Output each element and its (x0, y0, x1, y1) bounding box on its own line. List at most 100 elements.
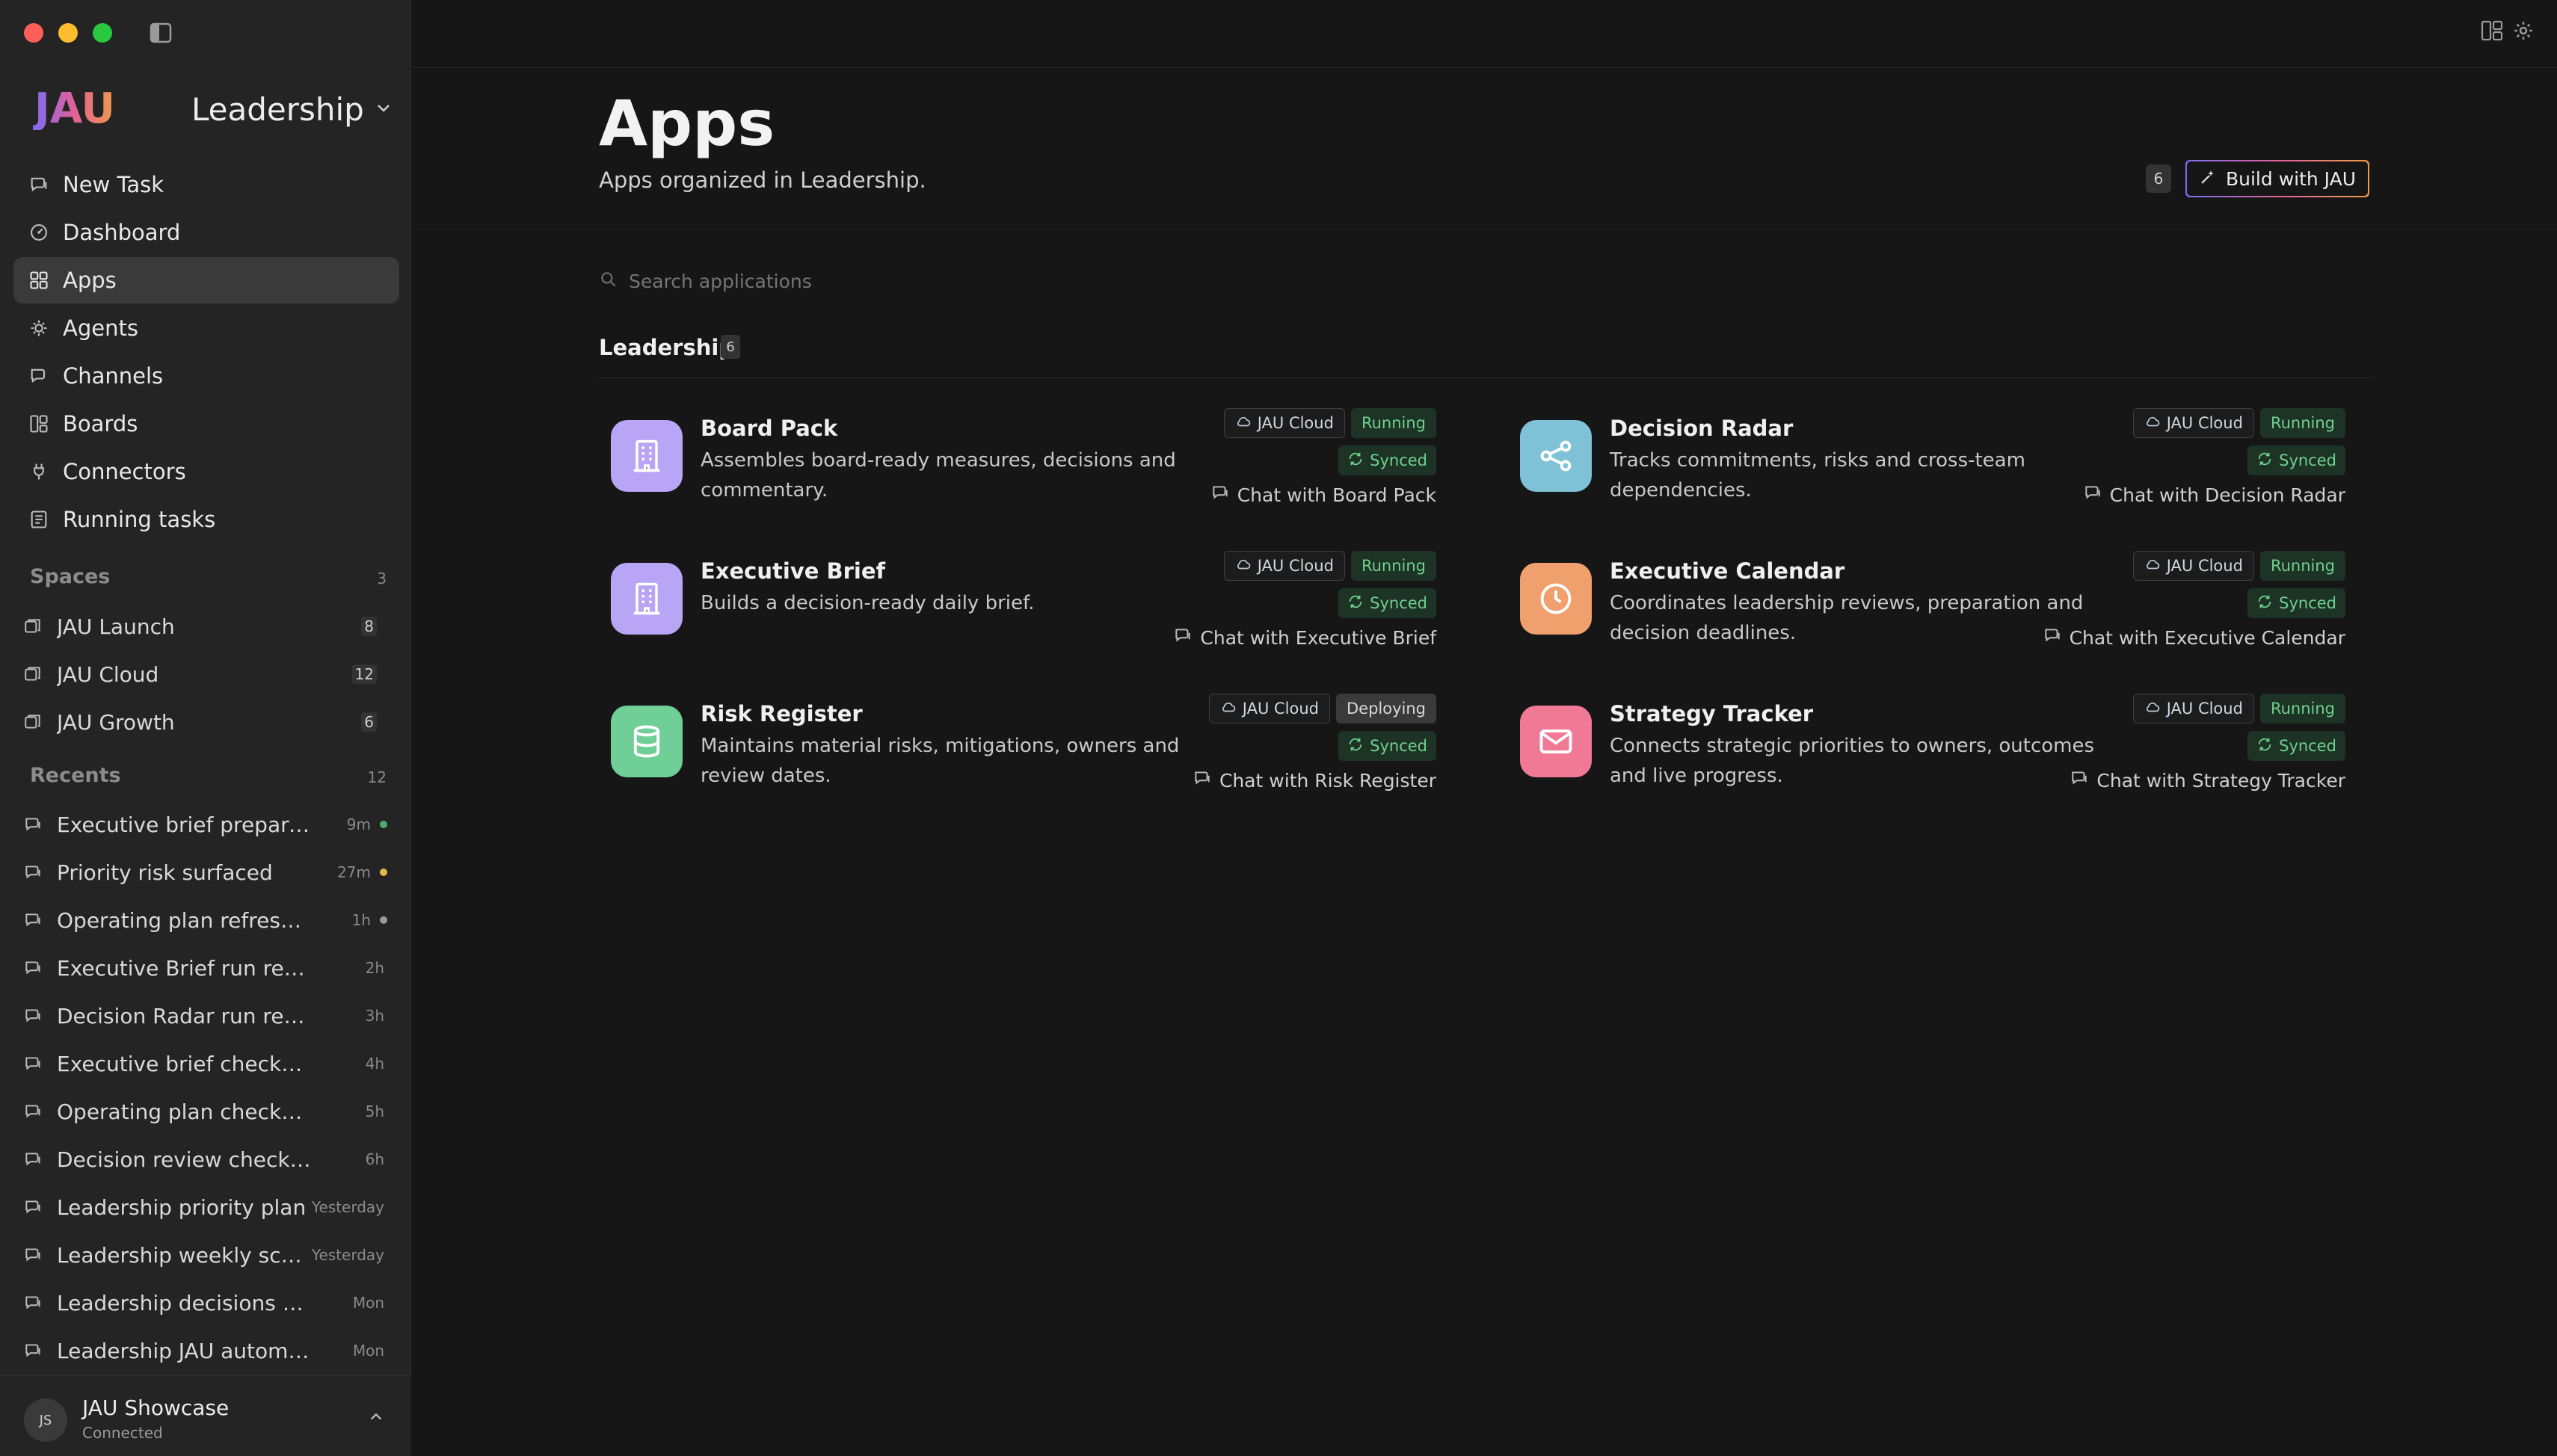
recent-label: Decision review checkpoint (57, 1147, 311, 1172)
status-badge: Deploying (1335, 694, 1436, 724)
search-bar[interactable] (599, 266, 1272, 296)
search-input[interactable] (629, 270, 1227, 292)
recent-label: Leadership JAU automation... (57, 1338, 311, 1363)
host-label: JAU Cloud (2166, 414, 2243, 432)
user-profile[interactable]: JS JAU Showcase Connected (0, 1375, 411, 1456)
recent-time: 6h (365, 1150, 384, 1168)
layout-icon[interactable] (2481, 19, 2503, 45)
workspace-switcher[interactable]: Leadership (191, 88, 393, 130)
recent-item[interactable]: Leadership decisions and ... Mon (13, 1280, 399, 1325)
space-item-jau-cloud[interactable]: JAU Cloud 12 (13, 652, 399, 697)
app-name[interactable]: Board Pack (701, 416, 837, 441)
status-badge: Running (1350, 551, 1436, 581)
chat-icon (22, 1244, 43, 1265)
space-label: JAU Cloud (57, 661, 159, 687)
sidebar-item-label: Running tasks (63, 507, 216, 532)
sidebar-item-new-task[interactable]: New Task (13, 161, 399, 208)
chat-with-app-link[interactable]: Chat with Executive Brief (1173, 626, 1436, 650)
chat-icon (22, 814, 43, 835)
build-with-jau-button[interactable]: Build with JAU (2185, 160, 2369, 197)
sidebar-item-apps[interactable]: Apps (13, 257, 399, 303)
recent-item[interactable]: Leadership weekly sco... Yesterday (13, 1233, 399, 1277)
app-card-executive-brief[interactable]: Executive Brief Builds a decision-ready … (599, 551, 1451, 663)
chat-icon (22, 1292, 43, 1313)
minimize-window-button[interactable] (58, 23, 78, 43)
recent-item[interactable]: Decision Radar run review 3h (13, 993, 399, 1038)
sync-badge: Synced (2247, 445, 2345, 475)
recent-label: Operating plan checkpoint (57, 1099, 311, 1124)
app-name[interactable]: Executive Brief (701, 558, 885, 584)
sidebar-item-dashboard[interactable]: Dashboard (13, 209, 399, 256)
chat-icon (22, 862, 43, 883)
recent-item[interactable]: Executive brief prepared 9m (13, 802, 399, 847)
recent-item[interactable]: Priority risk surfaced 27m (13, 850, 399, 895)
chat-with-app-link[interactable]: Chat with Board Pack (1210, 483, 1436, 507)
database-icon (611, 706, 683, 777)
app-card-executive-calendar[interactable]: Executive Calendar Coordinates leadershi… (1508, 551, 2360, 663)
chat-with-app-link[interactable]: Chat with Strategy Tracker (2070, 768, 2345, 792)
close-window-button[interactable] (24, 23, 43, 43)
app-name[interactable]: Strategy Tracker (1610, 701, 1813, 727)
sidebar-item-agents[interactable]: Agents (13, 305, 399, 351)
space-item-jau-growth[interactable]: JAU Growth 6 (13, 700, 399, 744)
app-name[interactable]: Decision Radar (1610, 416, 1793, 441)
sidebar-item-boards[interactable]: Boards (13, 401, 399, 447)
chat-icon (1193, 768, 1212, 792)
mail-icon (1520, 706, 1592, 777)
sync-icon (2256, 593, 2273, 614)
chat-icon (2043, 626, 2062, 650)
recent-label: Decision Radar run review (57, 1003, 311, 1028)
chat-with-app-link[interactable]: Chat with Decision Radar (2083, 483, 2345, 507)
recent-item[interactable]: Operating plan checkpoint 5h (13, 1089, 399, 1134)
top-divider (412, 67, 2557, 68)
sidebar-item-running-tasks[interactable]: Running tasks (13, 496, 399, 543)
chat-icon (22, 1005, 43, 1026)
sync-label: Synced (2279, 594, 2336, 612)
zoom-window-button[interactable] (93, 23, 112, 43)
cloud-icon (2144, 556, 2161, 576)
recent-label: Leadership weekly sco... (57, 1242, 311, 1268)
recent-item[interactable]: Leadership JAU automation... Mon (13, 1328, 399, 1373)
recents-count: 12 (367, 768, 387, 786)
app-card-risk-register[interactable]: Risk Register Maintains material risks, … (599, 694, 1451, 806)
cloud-icon (1220, 699, 1237, 719)
sync-icon (1347, 451, 1364, 471)
recent-time: 9m (346, 815, 371, 833)
space-label: JAU Growth (57, 709, 175, 735)
space-item-jau-launch[interactable]: JAU Launch 8 (13, 604, 399, 649)
plug-icon (28, 461, 49, 482)
app-name[interactable]: Executive Calendar (1610, 558, 1844, 584)
sync-label: Synced (1370, 737, 1427, 755)
gear-icon[interactable] (2512, 19, 2535, 45)
share-icon (1520, 420, 1592, 492)
app-card-decision-radar[interactable]: Decision Radar Tracks commitments, risks… (1508, 408, 2360, 520)
cloud-icon (1235, 556, 1252, 576)
sidebar-item-connectors[interactable]: Connectors (13, 448, 399, 495)
recent-label: Priority risk surfaced (57, 860, 273, 885)
app-description: Assembles board-ready measures, decision… (701, 449, 1176, 502)
recent-item[interactable]: Leadership priority plan Yesterday (13, 1185, 399, 1230)
sidebar-item-channels[interactable]: Channels (13, 353, 399, 399)
chevron-up-icon[interactable] (368, 1409, 384, 1428)
agent-icon (28, 318, 49, 339)
recent-label: Leadership priority plan (57, 1194, 307, 1220)
app-card-board-pack[interactable]: Board Pack Assembles board-ready measure… (599, 408, 1451, 520)
recent-item[interactable]: Executive brief checkpoint 4h (13, 1041, 399, 1086)
app-card-strategy-tracker[interactable]: Strategy Tracker Connects strategic prio… (1508, 694, 2360, 806)
sidebar-item-label: Agents (63, 315, 138, 341)
chat-icon (22, 1149, 43, 1170)
chat-with-app-link[interactable]: Chat with Risk Register (1193, 768, 1436, 792)
host-label: JAU Cloud (2166, 557, 2243, 575)
chat-icon (2070, 768, 2089, 792)
chat-with-app-link[interactable]: Chat with Executive Calendar (2043, 626, 2345, 650)
recent-item[interactable]: Operating plan refreshed 1h (13, 898, 399, 943)
status-badge: Running (2259, 408, 2345, 438)
sidebar-toggle-icon[interactable] (150, 22, 172, 43)
recent-item[interactable]: Executive Brief run review 2h (13, 946, 399, 990)
app-name[interactable]: Risk Register (701, 701, 863, 727)
recent-item[interactable]: Decision review checkpoint 6h (13, 1137, 399, 1182)
status-dot (380, 821, 387, 828)
sidebar-item-label: Channels (63, 363, 164, 389)
space-icon (22, 712, 43, 732)
status-dot (380, 869, 387, 876)
